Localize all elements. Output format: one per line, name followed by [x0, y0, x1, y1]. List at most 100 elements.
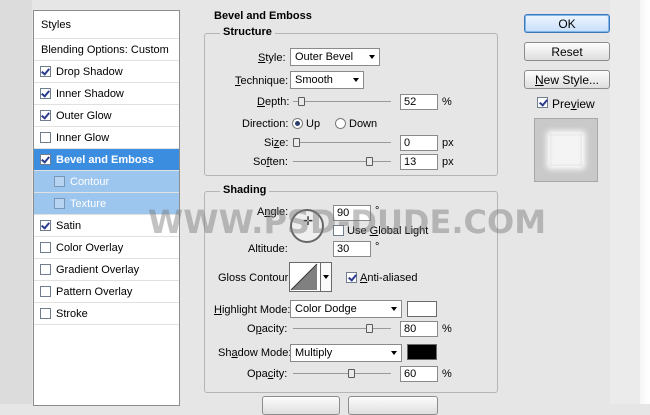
style-item-drop-shadow[interactable]: Drop Shadow: [34, 61, 179, 83]
new-style-button[interactable]: New Style...: [524, 70, 610, 89]
style-item-checkbox[interactable]: [54, 198, 65, 209]
depth-slider-track[interactable]: [293, 101, 391, 102]
altitude-unit: °: [375, 241, 380, 253]
shadow-opacity-slider-track[interactable]: [293, 373, 391, 374]
highlight-mode-label: Highlight Mode:: [214, 304, 291, 316]
styles-header-label: Styles: [41, 18, 71, 31]
style-item-checkbox[interactable]: [40, 154, 51, 165]
style-item-label: Bevel and Emboss: [56, 153, 154, 166]
style-item-checkbox[interactable]: [40, 286, 51, 297]
styles-header[interactable]: Styles: [34, 11, 179, 39]
style-item-label: Inner Shadow: [56, 87, 124, 100]
watermark-text: WWW.PSD-DUDE.COM: [148, 203, 547, 241]
style-item-label: Gradient Overlay: [56, 263, 140, 276]
style-item-checkbox[interactable]: [54, 176, 65, 187]
style-item-label: Contour: [70, 175, 110, 188]
style-item-label: Drop Shadow: [56, 65, 123, 78]
chevron-down-icon: [369, 55, 375, 59]
direction-up-label: Up: [306, 118, 321, 130]
direction-label: Direction:: [242, 118, 289, 130]
altitude-input[interactable]: 30: [333, 241, 371, 257]
direction-down-label: Down: [349, 118, 378, 130]
shadow-mode-label: Shadow Mode:: [218, 347, 292, 359]
style-item-checkbox[interactable]: [40, 110, 51, 121]
soften-label: Soften:: [253, 156, 288, 168]
highlight-opacity-input[interactable]: 80: [400, 321, 438, 337]
preview-swatch: [550, 134, 582, 166]
chevron-down-icon: [323, 275, 329, 279]
style-item-label: Inner Glow: [56, 131, 110, 144]
style-item-label: Blending Options: Custom: [41, 43, 169, 56]
style-dropdown[interactable]: Outer Bevel: [290, 48, 380, 66]
style-item-pattern-overlay[interactable]: Pattern Overlay: [34, 281, 179, 303]
highlight-mode-value: Color Dodge: [295, 303, 357, 315]
style-item-checkbox[interactable]: [40, 66, 51, 77]
style-item-inner-shadow[interactable]: Inner Shadow: [34, 83, 179, 105]
shadow-mode-dropdown[interactable]: Multiply: [290, 344, 402, 362]
soften-input[interactable]: 13: [400, 154, 438, 170]
highlight-color-swatch[interactable]: [407, 301, 437, 317]
highlight-mode-dropdown[interactable]: Color Dodge: [290, 300, 402, 318]
style-item-label: Satin: [56, 219, 82, 232]
style-item-checkbox[interactable]: [40, 264, 51, 275]
gloss-contour-picker[interactable]: [289, 262, 321, 292]
highlight-opacity-slider-thumb[interactable]: [365, 324, 373, 333]
window-frame-right: [610, 0, 650, 404]
make-default-button[interactable]: [262, 396, 340, 415]
highlight-opacity-label: Opacity:: [247, 323, 288, 335]
style-item-checkbox[interactable]: [40, 242, 51, 253]
depth-slider-thumb[interactable]: [297, 97, 305, 106]
style-item-inner-glow[interactable]: Inner Glow: [34, 127, 179, 149]
size-input[interactable]: 0: [400, 135, 438, 151]
size-slider-track[interactable]: [293, 142, 391, 143]
style-item-label: Outer Glow: [56, 109, 112, 122]
style-item-checkbox[interactable]: [40, 308, 51, 319]
direction-up-radio[interactable]: [292, 118, 303, 129]
style-item-checkbox[interactable]: [40, 88, 51, 99]
style-item-checkbox[interactable]: [40, 132, 51, 143]
style-item-checkbox[interactable]: [40, 220, 51, 231]
style-preview-thumbnail: [534, 118, 598, 182]
preview-label: Preview: [552, 97, 595, 111]
contour-curve-icon: [290, 263, 318, 291]
style-item-label: Texture: [70, 197, 107, 210]
direction-down-radio[interactable]: [335, 118, 346, 129]
technique-dropdown-value: Smooth: [295, 74, 333, 86]
shadow-opacity-slider-thumb[interactable]: [347, 369, 355, 378]
style-item-label: Color Overlay: [56, 241, 124, 254]
soften-unit: px: [442, 156, 454, 168]
ok-button[interactable]: OK: [524, 14, 610, 33]
shading-title: Shading: [220, 184, 270, 196]
technique-label: Technique:: [235, 75, 289, 87]
depth-unit: %: [442, 96, 452, 108]
section-title: Bevel and Emboss: [214, 10, 312, 22]
reset-button[interactable]: Reset: [524, 42, 610, 61]
chevron-down-icon: [353, 78, 359, 82]
shadow-opacity-input[interactable]: 60: [400, 366, 438, 382]
style-item-bevel-and-emboss[interactable]: Bevel and Emboss: [34, 149, 179, 171]
highlight-opacity-slider-track[interactable]: [293, 328, 391, 329]
style-item-label: Pattern Overlay: [56, 285, 133, 298]
style-item-contour[interactable]: Contour: [34, 171, 179, 193]
style-item-blending-options-custom[interactable]: Blending Options: Custom: [34, 39, 179, 61]
depth-input[interactable]: 52: [400, 94, 438, 110]
style-item-outer-glow[interactable]: Outer Glow: [34, 105, 179, 127]
shadow-color-swatch[interactable]: [407, 344, 437, 360]
gloss-contour-dropdown[interactable]: [321, 262, 332, 292]
soften-slider-thumb[interactable]: [365, 157, 373, 166]
structure-title: Structure: [220, 26, 275, 38]
anti-aliased-label: Anti-aliased: [360, 272, 418, 284]
anti-aliased-checkbox[interactable]: [346, 272, 357, 283]
chevron-down-icon: [391, 307, 397, 311]
technique-dropdown[interactable]: Smooth: [290, 71, 364, 89]
altitude-label: Altitude:: [248, 243, 288, 255]
soften-slider-track[interactable]: [293, 161, 391, 162]
window-frame-left: [0, 0, 32, 404]
reset-to-default-button[interactable]: [348, 396, 438, 415]
style-item-gradient-overlay[interactable]: Gradient Overlay: [34, 259, 179, 281]
preview-checkbox[interactable]: [537, 97, 548, 108]
size-unit: px: [442, 137, 454, 149]
size-slider-thumb[interactable]: [293, 138, 300, 147]
size-label: Size:: [264, 137, 289, 149]
style-item-stroke[interactable]: Stroke: [34, 303, 179, 325]
